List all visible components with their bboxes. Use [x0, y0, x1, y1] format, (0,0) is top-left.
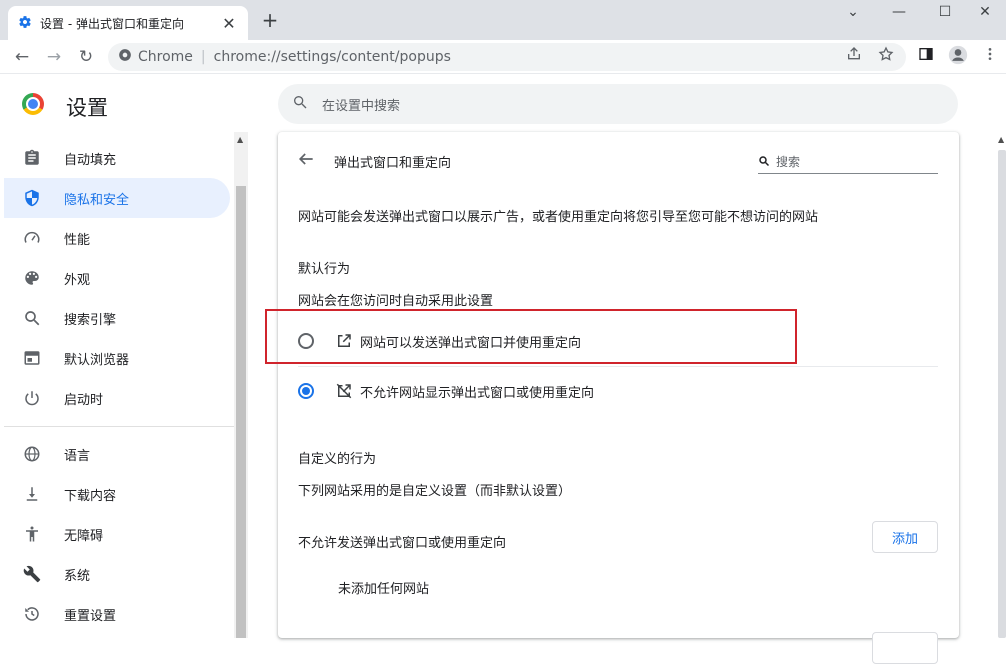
card-search-placeholder: 搜索 — [776, 155, 801, 169]
popups-settings-card: 弹出式窗口和重定向 搜索 网站可能会发送弹出式窗口以展示广告，或者使用重定向将您… — [278, 132, 959, 664]
add-site-button-2[interactable] — [872, 632, 938, 664]
site-label: Chrome — [138, 49, 193, 65]
radio-option-block[interactable]: 不允许网站显示弹出式窗口或使用重定向 — [298, 370, 938, 412]
new-tab-button[interactable]: + — [258, 8, 282, 32]
download-icon — [22, 484, 42, 504]
empty-list-text: 未添加任何网站 — [338, 582, 430, 597]
settings-search-placeholder: 在设置中搜索 — [322, 98, 401, 114]
sidebar-item-label: 自动填充 — [64, 152, 117, 168]
settings-header: 设置 在设置中搜索 — [0, 74, 1006, 132]
search-icon — [292, 94, 308, 114]
default-behavior-subheading: 网站会在您访问时自动采用此设置 — [298, 294, 494, 309]
sidebar-item-search-engine[interactable]: 搜索引擎 — [4, 298, 230, 338]
tab-settings[interactable]: 设置 - 弹出式窗口和重定向 ✕ — [8, 6, 248, 40]
tab-strip: 设置 - 弹出式窗口和重定向 ✕ + ⌄ — ☐ ✕ — [0, 0, 1006, 40]
sidebar-item-label: 系统 — [64, 568, 91, 584]
speedometer-icon — [22, 228, 42, 248]
sidebar-divider — [4, 426, 234, 427]
search-icon — [758, 152, 770, 171]
sidebar: 自动填充 隐私和安全 性能 外观 搜索引擎 默认浏览器 启动时 语言 下载内容 … — [0, 132, 234, 638]
tab-title: 设置 - 弹出式窗口和重定向 — [40, 16, 184, 31]
sidebar-item-performance[interactable]: 性能 — [4, 218, 230, 258]
sidebar-item-label: 语言 — [64, 448, 91, 464]
browser-icon — [22, 348, 42, 368]
sidebar-item-on-startup[interactable]: 启动时 — [4, 378, 230, 418]
sidebar-item-downloads[interactable]: 下载内容 — [4, 474, 230, 514]
sidebar-item-label: 搜索引擎 — [64, 312, 117, 328]
radio-block[interactable] — [298, 383, 314, 399]
card-search-input[interactable]: 搜索 — [758, 150, 938, 174]
card-title: 弹出式窗口和重定向 — [334, 156, 452, 171]
sidebar-item-label: 启动时 — [64, 392, 104, 408]
palette-icon — [22, 268, 42, 288]
radio-block-label: 不允许网站显示弹出式窗口或使用重定向 — [360, 385, 595, 401]
more-menu-icon[interactable] — [978, 45, 1002, 69]
page-scrollbar-thumb[interactable] — [998, 150, 1006, 638]
minimize-button[interactable]: — — [876, 0, 922, 24]
power-icon — [22, 388, 42, 408]
blocked-popup-icon — [334, 381, 354, 401]
bookmark-star-icon[interactable] — [874, 45, 898, 69]
sidebar-item-languages[interactable]: 语言 — [4, 434, 230, 474]
globe-icon — [22, 444, 42, 464]
sidebar-item-reset[interactable]: 重置设置 — [4, 594, 230, 634]
close-tab-icon[interactable]: ✕ — [220, 14, 238, 33]
clipboard-icon — [22, 148, 42, 168]
sidebar-item-label: 重置设置 — [64, 608, 117, 624]
toolbar: ← → ↻ Chrome | chrome://settings/content… — [0, 40, 1006, 74]
back-button[interactable]: ← — [10, 45, 34, 69]
row-divider — [298, 366, 938, 367]
sidebar-item-label: 隐私和安全 — [64, 192, 130, 208]
wrench-icon — [22, 564, 42, 584]
gear-icon — [18, 14, 32, 33]
sidebar-item-privacy[interactable]: 隐私和安全 — [4, 178, 230, 218]
back-arrow-icon[interactable] — [296, 149, 318, 171]
accessibility-icon — [22, 524, 42, 544]
chrome-logo-icon — [118, 48, 132, 66]
add-site-button[interactable]: 添加 — [872, 521, 938, 553]
side-panel-icon[interactable] — [914, 45, 938, 69]
close-window-button[interactable]: ✕ — [962, 0, 1006, 24]
history-icon — [22, 604, 42, 624]
card-header: 弹出式窗口和重定向 搜索 — [278, 132, 959, 188]
scroll-up-arrow-icon[interactable]: ▲ — [237, 135, 243, 144]
highlight-annotation — [265, 309, 797, 364]
sidebar-item-autofill[interactable]: 自动填充 — [4, 138, 230, 178]
page-title: 设置 — [66, 96, 108, 120]
sidebar-scrollbar-thumb[interactable] — [236, 186, 246, 638]
custom-behavior-heading: 自定义的行为 — [298, 452, 377, 467]
custom-behavior-subheading: 下列网站采用的是自定义设置（而非默认设置） — [298, 484, 572, 499]
shield-icon — [22, 188, 42, 208]
profile-avatar-icon[interactable] — [946, 45, 970, 69]
description-text: 网站可能会发送弹出式窗口以展示广告，或者使用重定向将您引导至您可能不想访问的网站 — [298, 210, 819, 225]
reload-button[interactable]: ↻ — [74, 45, 98, 69]
sidebar-item-label: 无障碍 — [64, 528, 104, 544]
share-icon[interactable] — [842, 45, 866, 69]
sidebar-item-system[interactable]: 系统 — [4, 554, 230, 594]
chrome-logo-icon — [22, 93, 44, 115]
sidebar-item-label: 外观 — [64, 272, 91, 288]
sidebar-item-accessibility[interactable]: 无障碍 — [4, 514, 230, 554]
default-behavior-heading: 默认行为 — [298, 262, 351, 277]
scroll-up-arrow-icon[interactable]: ▲ — [998, 135, 1004, 144]
sidebar-item-label: 默认浏览器 — [64, 352, 130, 368]
sidebar-item-appearance[interactable]: 外观 — [4, 258, 230, 298]
search-icon — [22, 308, 42, 328]
sidebar-item-label: 性能 — [64, 232, 91, 248]
sidebar-item-default-browser[interactable]: 默认浏览器 — [4, 338, 230, 378]
url-separator: | — [200, 49, 206, 65]
chevron-down-icon[interactable]: ⌄ — [830, 0, 876, 24]
sidebar-item-label: 下载内容 — [64, 488, 117, 504]
url-text: chrome://settings/content/popups — [213, 49, 451, 65]
address-bar[interactable]: Chrome | chrome://settings/content/popup… — [108, 43, 906, 71]
forward-button[interactable]: → — [42, 45, 66, 69]
block-list-label: 不允许发送弹出式窗口或使用重定向 — [298, 536, 507, 551]
settings-search-input[interactable]: 在设置中搜索 — [278, 84, 958, 124]
